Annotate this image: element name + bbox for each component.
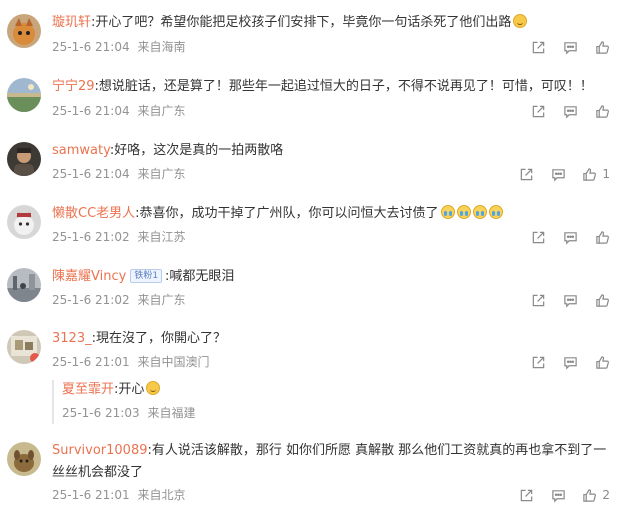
- thumbs-up-icon: [595, 104, 610, 119]
- avatar[interactable]: [7, 14, 41, 48]
- crying-laughing-emoji-icon: [456, 205, 471, 219]
- share-button[interactable]: [530, 292, 546, 308]
- share-button[interactable]: [530, 354, 546, 370]
- comment-text: :开心了吧？希望你能把足校孩子们安排下，毕竟你一句话杀死了他们出路: [91, 15, 512, 30]
- username[interactable]: samwaty: [52, 143, 110, 158]
- reply-timestamp: 25-1-6 21:03: [62, 406, 140, 420]
- thumbs-up-icon: [582, 167, 597, 182]
- location: 来自中国澳门: [137, 355, 210, 369]
- username[interactable]: 懒散CC老男人: [52, 206, 135, 221]
- smile-emoji-icon: [513, 14, 528, 28]
- comment-item: 懒散CC老男人:恭喜你，成功干掉了广州队，你可以问恒大去讨债了 25-1-6 2…: [0, 201, 622, 257]
- comment-item: 陳嘉耀Vincy 铁粉1:喊都无眼泪 25-1-6 21:02 来自广东: [0, 264, 622, 320]
- comment-item: samwaty:好咯，这次是真的一拍两散咯 25-1-6 21:04 来自广东 …: [0, 138, 622, 194]
- comment-button[interactable]: [562, 354, 578, 370]
- comment-icon: [563, 230, 578, 245]
- comment-button[interactable]: [562, 103, 578, 119]
- share-icon: [519, 488, 534, 503]
- timestamp: 25-1-6 21:01: [52, 488, 130, 502]
- thumbs-up-icon: [595, 293, 610, 308]
- location: 来自海南: [137, 40, 186, 54]
- comment-button[interactable]: [550, 166, 566, 182]
- share-icon: [531, 293, 546, 308]
- comment-text: :現在沒了，你開心了？: [91, 331, 226, 346]
- share-icon: [531, 355, 546, 370]
- share-button[interactable]: [530, 229, 546, 245]
- like-button[interactable]: [594, 229, 610, 245]
- fan-badge[interactable]: 铁粉1: [130, 269, 163, 283]
- comment-icon: [563, 104, 578, 119]
- comment-text: :好咯，这次是真的一拍两散咯: [109, 143, 284, 158]
- avatar[interactable]: [7, 205, 41, 239]
- reply-location: 来自福建: [147, 406, 196, 420]
- comment-button[interactable]: [550, 487, 566, 503]
- like-button[interactable]: [594, 292, 610, 308]
- username[interactable]: 3123_: [52, 331, 92, 346]
- share-icon: [531, 104, 546, 119]
- comment-item: 3123_:現在沒了，你開心了？ 25-1-6 21:01 来自中国澳门 夏至霏…: [0, 328, 622, 432]
- comment-text: :恭喜你，成功干掉了广州队，你可以问恒大去讨债了: [135, 206, 439, 221]
- comment-icon: [563, 293, 578, 308]
- comment-button[interactable]: [562, 292, 578, 308]
- share-icon: [531, 230, 546, 245]
- location: 来自江苏: [137, 230, 186, 244]
- timestamp: 25-1-6 21:04: [52, 167, 130, 181]
- share-button[interactable]: [530, 103, 546, 119]
- comment-item: 宁宁29:想说脏话，还是算了！那些年一起追过恒大的日子，不得不说再见了！可惜，可…: [0, 72, 622, 128]
- share-button[interactable]: [518, 487, 534, 503]
- comment-icon: [563, 40, 578, 55]
- location: 来自北京: [137, 488, 186, 502]
- share-button[interactable]: [518, 166, 534, 182]
- thumbs-up-icon: [595, 40, 610, 55]
- laughing-emoji-icon: [146, 381, 161, 395]
- share-icon: [531, 40, 546, 55]
- like-button[interactable]: [594, 39, 610, 55]
- location: 来自广东: [137, 104, 186, 118]
- like-button[interactable]: [594, 103, 610, 119]
- comment-icon: [551, 488, 566, 503]
- like-button[interactable]: [594, 354, 610, 370]
- timestamp: 25-1-6 21:02: [52, 230, 130, 244]
- location: 来自广东: [137, 167, 186, 181]
- share-button[interactable]: [530, 39, 546, 55]
- avatar[interactable]: [7, 330, 41, 364]
- comment-item: Survivor10089:有人说活该解散，那行 如你们所愿 真解散 那么他们工…: [0, 438, 622, 514]
- like-count: 1: [602, 167, 610, 181]
- like-count: 2: [602, 488, 610, 502]
- avatar[interactable]: [7, 442, 41, 476]
- reply-thread: 夏至霏开:开心 25-1-6 21:03 来自福建: [52, 380, 612, 424]
- timestamp: 25-1-6 21:02: [52, 293, 130, 307]
- crying-laughing-emoji-icon: [440, 205, 455, 219]
- thumbs-up-icon: [595, 355, 610, 370]
- comment-icon: [563, 355, 578, 370]
- timestamp: 25-1-6 21:04: [52, 40, 130, 54]
- username[interactable]: 宁宁29: [52, 79, 95, 94]
- reply-text: :开心: [114, 382, 145, 397]
- like-button[interactable]: 2: [582, 487, 610, 503]
- thumbs-up-icon: [582, 488, 597, 503]
- comment-button[interactable]: [562, 39, 578, 55]
- avatar[interactable]: [7, 268, 41, 302]
- crying-laughing-emoji-icon: [472, 205, 487, 219]
- avatar[interactable]: [7, 142, 41, 176]
- reply-username[interactable]: 夏至霏开: [62, 382, 114, 397]
- comment-button[interactable]: [562, 229, 578, 245]
- like-button[interactable]: 1: [582, 166, 610, 182]
- crying-laughing-emoji-icon: [488, 205, 503, 219]
- username[interactable]: Survivor10089: [52, 443, 148, 458]
- thumbs-up-icon: [595, 230, 610, 245]
- username[interactable]: 璇玑轩: [52, 15, 91, 30]
- comment-item: 璇玑轩:开心了吧？希望你能把足校孩子们安排下，毕竟你一句话杀死了他们出路 25-…: [0, 8, 622, 64]
- timestamp: 25-1-6 21:01: [52, 355, 130, 369]
- timestamp: 25-1-6 21:04: [52, 104, 130, 118]
- share-icon: [519, 167, 534, 182]
- comment-icon: [551, 167, 566, 182]
- avatar[interactable]: [7, 78, 41, 112]
- location: 来自广东: [137, 293, 186, 307]
- username[interactable]: 陳嘉耀Vincy: [52, 269, 126, 284]
- comment-text: :想说脏话，还是算了！那些年一起追过恒大的日子，不得不说再见了！可惜，可叹！！: [94, 79, 593, 94]
- comment-text: :喊都无眼泪: [165, 269, 235, 284]
